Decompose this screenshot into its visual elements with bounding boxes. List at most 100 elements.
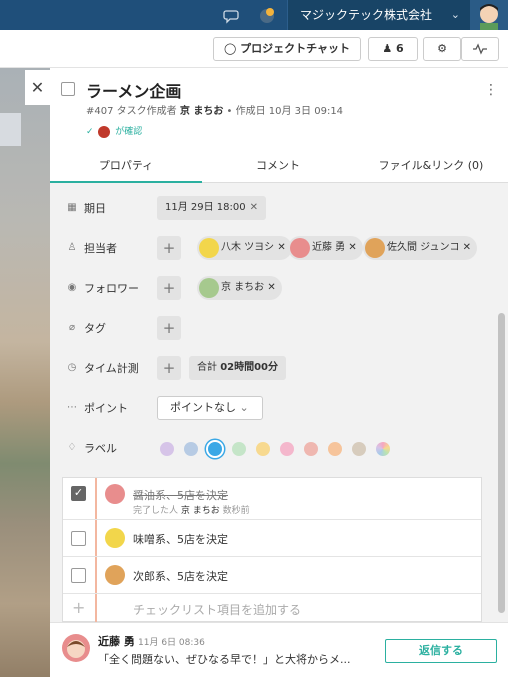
close-icon[interactable]: ✕: [25, 70, 50, 105]
point-value: ポイントなし: [170, 401, 236, 414]
more-options-icon[interactable]: ⋮: [484, 82, 498, 98]
checklist-item-text[interactable]: 味噌系、5店を決定: [133, 531, 228, 547]
assignee-label: 担当者: [84, 242, 117, 255]
project-chat-button[interactable]: ◯ プロジェクトチャット: [213, 37, 361, 61]
tab-properties[interactable]: プロパティ: [50, 148, 202, 183]
checklist-checkbox[interactable]: [71, 531, 86, 546]
label-color-swatch[interactable]: [376, 442, 390, 456]
label-color-swatch[interactable]: [232, 442, 246, 456]
avatar: [105, 565, 125, 585]
avatar: [105, 528, 125, 548]
follower-row: ◉ フォロワー + 京 まちお ✕: [50, 273, 490, 303]
add-time-button[interactable]: +: [157, 356, 181, 380]
eye-icon: ◉: [67, 282, 77, 293]
avatar: [199, 278, 219, 298]
tab-bar: プロパティ コメント ファイル&リンク (0): [50, 148, 508, 183]
checklist-checkbox[interactable]: [71, 568, 86, 583]
plus-icon[interactable]: +: [72, 598, 85, 617]
assignee-name: 近藤 勇: [312, 242, 346, 253]
avatar: [105, 484, 125, 504]
point-label: ポイント: [84, 402, 128, 415]
members-button[interactable]: ♟ 6: [368, 37, 418, 61]
creator-name: 京 まちお: [179, 106, 224, 117]
remove-icon[interactable]: ✕: [250, 202, 258, 213]
label-color-swatch[interactable]: [304, 442, 318, 456]
add-follower-button[interactable]: +: [157, 276, 181, 300]
confirmation-status: ✓ が確認: [86, 124, 142, 138]
comment-author: 近藤 勇: [98, 635, 135, 648]
time-total-chip[interactable]: 合計 02時間00分: [189, 356, 287, 380]
tag-icon: ⌀: [68, 322, 76, 333]
check-icon: ✓: [86, 127, 94, 137]
avatar: [365, 238, 385, 258]
label-color-swatch[interactable]: [280, 442, 294, 456]
remove-icon[interactable]: ✕: [274, 242, 285, 253]
follower-label: フォロワー: [84, 282, 139, 295]
timer-icon: ◷: [67, 362, 77, 373]
add-assignee-button[interactable]: +: [157, 236, 181, 260]
tag-label: タグ: [84, 322, 106, 335]
add-checklist-item-input[interactable]: チェックリスト項目を追加する: [133, 601, 301, 618]
time-tracking-row: ◷ タイム計測 + 合計 02時間00分: [50, 353, 490, 383]
checklist: ✓ 醤油系、5店を決定 完了した人 京 まちお 数秒前 味噌系、5店を決定 次郎…: [62, 477, 482, 622]
chat-bubble-icon[interactable]: [222, 6, 240, 24]
assignee-chip[interactable]: 近藤 勇 ✕: [288, 236, 363, 260]
company-name: マジックテック株式会社: [300, 8, 433, 22]
remove-icon[interactable]: ✕: [459, 242, 471, 253]
task-complete-checkbox[interactable]: [61, 82, 75, 96]
creator-label: タスク作成者: [116, 106, 177, 117]
label-color-swatch[interactable]: [160, 442, 174, 456]
remove-icon[interactable]: ✕: [264, 282, 275, 293]
checklist-checkbox[interactable]: ✓: [71, 486, 86, 501]
checklist-item: 次郎系、5店を決定: [63, 557, 481, 594]
label-color-swatch[interactable]: [206, 440, 224, 458]
label-color-swatch[interactable]: [328, 442, 342, 456]
due-date-row: ▦ 期日 11月 29日 18:00 ✕: [50, 193, 490, 223]
follower-chip[interactable]: 京 まちお ✕: [197, 276, 282, 300]
checklist-divider: [95, 478, 97, 519]
comment-text: 「全く問題ない、ぜひなる早で！」と大将からメ...: [98, 653, 351, 666]
label-color-swatch[interactable]: [352, 442, 366, 456]
checklist-item: ✓ 醤油系、5店を決定 完了した人 京 まちお 数秒前: [63, 478, 481, 520]
chevron-down-icon: ⌄: [450, 8, 460, 21]
time-total-value: 02時間00分: [220, 362, 279, 373]
latest-comment: 近藤 勇 11月 6日 08:36 「全く問題ない、ぜひなる早で！」と大将からメ…: [50, 622, 508, 677]
user-avatar[interactable]: [470, 0, 508, 30]
task-title[interactable]: ラーメン企画: [86, 78, 181, 102]
checklist-item: 味噌系、5店を決定: [63, 520, 481, 557]
scrollbar[interactable]: [498, 313, 505, 613]
completed-by-label: 完了した人: [133, 506, 179, 516]
reply-button[interactable]: 返信する: [385, 639, 497, 663]
assignee-name: 佐久間 ジュンコ: [387, 242, 460, 253]
time-total-label: 合計: [197, 362, 217, 373]
label-color-swatch[interactable]: [184, 442, 198, 456]
label-color-swatch[interactable]: [256, 442, 270, 456]
settings-button[interactable]: ⚙: [423, 37, 461, 61]
tab-comments[interactable]: コメント: [202, 148, 354, 183]
checklist-divider: [95, 520, 97, 556]
background-card: [0, 113, 21, 146]
task-detail-panel: ラーメン企画 ⋮ #407 タスク作成者 京 まちお • 作成日 10月 3日 …: [50, 68, 508, 677]
assignee-chip[interactable]: 佐久間 ジュンコ ✕: [363, 236, 478, 260]
confirmer-avatar: [98, 125, 111, 138]
checklist-divider: [95, 594, 97, 622]
remove-icon[interactable]: ✕: [345, 242, 356, 253]
project-chat-label: プロジェクトチャット: [240, 42, 351, 55]
tab-files-links[interactable]: ファイル&リンク (0): [354, 148, 508, 183]
project-toolbar: ◯ プロジェクトチャット ♟ 6 ⚙: [0, 30, 508, 68]
assignee-chip[interactable]: 八木 ツヨシ ✕: [197, 236, 292, 260]
point-select[interactable]: ポイントなし ⌄: [157, 396, 263, 420]
activity-button[interactable]: [461, 37, 499, 61]
add-tag-button[interactable]: +: [157, 316, 181, 340]
avatar: [290, 238, 310, 258]
point-row: ⋯ ポイント ポイントなし ⌄: [50, 393, 490, 423]
checklist-item-text[interactable]: 次郎系、5店を決定: [133, 568, 228, 584]
due-date-chip[interactable]: 11月 29日 18:00 ✕: [157, 196, 267, 220]
due-date-value: 11月 29日 18:00: [165, 202, 246, 213]
task-id: #407: [86, 106, 114, 117]
company-switcher[interactable]: マジックテック株式会社 ⌄: [287, 0, 470, 30]
notification-icon[interactable]: [258, 6, 276, 24]
checklist-item-text[interactable]: 醤油系、5店を決定: [133, 487, 228, 503]
background-image: [0, 68, 50, 677]
chat-bubble-icon: ◯: [223, 42, 237, 55]
